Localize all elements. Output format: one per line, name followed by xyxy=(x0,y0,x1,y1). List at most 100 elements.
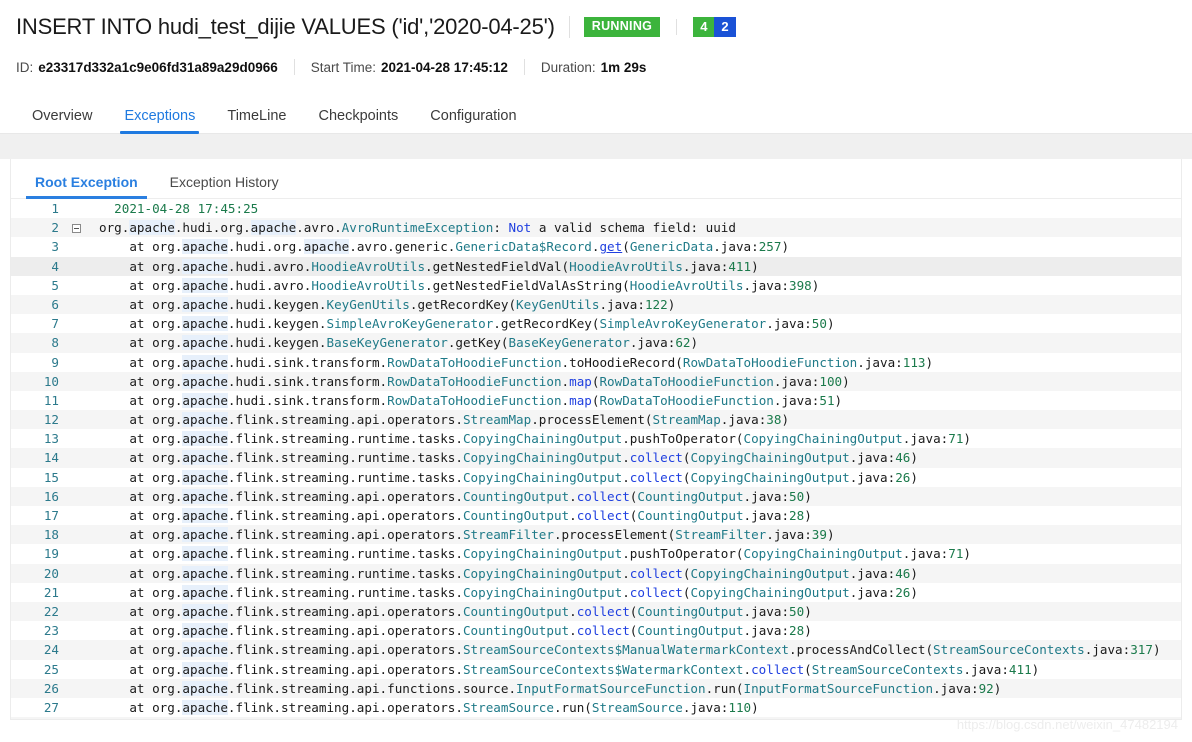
stacktrace-line-text: at org.apache.hudi.sink.transform.RowDat… xyxy=(99,354,934,370)
stacktrace-line: 24 at org.apache.flink.streaming.api.ope… xyxy=(11,640,1181,660)
meta-divider-2 xyxy=(523,59,525,75)
duration-value: 1m 29s xyxy=(600,59,647,75)
stacktrace-line: 19 at org.apache.flink.streaming.runtime… xyxy=(11,544,1181,563)
stacktrace-line: 4 at org.apache.hudi.avro.HoodieAvroUtil… xyxy=(11,256,1181,276)
line-number: 6 xyxy=(51,296,59,312)
stacktrace-line-text: at org.apache.hudi.keygen.KeyGenUtils.ge… xyxy=(99,296,676,312)
stacktrace-line-text: at org.apache.flink.streaming.api.operat… xyxy=(99,488,812,504)
stacktrace-line-text: at org.apache.hudi.avro.HoodieAvroUtils.… xyxy=(99,258,759,274)
tab-timeline[interactable]: TimeLine xyxy=(211,108,302,134)
job-id-label: ID: xyxy=(16,59,34,75)
job-title-row: INSERT INTO hudi_test_dijie VALUES ('id'… xyxy=(16,10,1176,44)
stacktrace-line-text: at org.apache.flink.streaming.api.functi… xyxy=(99,680,1002,696)
task-counts: 4 2 xyxy=(693,17,736,37)
stacktrace-line-text: org.apache.hudi.org.apache.avro.AvroRunt… xyxy=(99,220,736,236)
stacktrace-line-text: at org.apache.flink.streaming.runtime.ta… xyxy=(99,450,918,466)
line-number: 23 xyxy=(43,623,59,639)
stacktrace-line: 7 at org.apache.hudi.keygen.SimpleAvroKe… xyxy=(11,314,1181,333)
exception-card: Root Exception Exception History 1 2021-0… xyxy=(10,159,1182,720)
line-number: 15 xyxy=(43,469,59,485)
job-id-value: e23317d332a1c9e06fd31a89a29d0966 xyxy=(38,59,278,75)
stacktrace-line: 2 org.apache.hudi.org.apache.avro.AvroRun… xyxy=(11,218,1181,238)
stacktrace-line-text: at org.apache.flink.streaming.runtime.ta… xyxy=(99,431,972,447)
stacktrace-line: 21 at org.apache.flink.streaming.runtime… xyxy=(11,583,1181,602)
stacktrace-line-text: at org.apache.flink.streaming.api.operat… xyxy=(99,661,1040,677)
line-number: 24 xyxy=(43,642,59,658)
stacktrace-line-text: at org.apache.flink.streaming.api.operat… xyxy=(99,603,812,619)
stacktrace-line-text: at org.apache.flink.streaming.api.operat… xyxy=(99,642,1161,658)
stacktrace-line: 25 at org.apache.flink.streaming.api.ope… xyxy=(11,660,1181,679)
line-number: 5 xyxy=(51,277,59,293)
stacktrace-line-text: at org.apache.hudi.org.apache.avro.gener… xyxy=(99,239,790,255)
tab-checkpoints[interactable]: Checkpoints xyxy=(302,108,414,134)
count-running-badge: 4 xyxy=(693,17,715,37)
duration-label: Duration: xyxy=(540,59,596,75)
stacktrace-line: 16 at org.apache.flink.streaming.api.ope… xyxy=(11,486,1181,506)
stacktrace-line: 12 at org.apache.flink.streaming.api.ope… xyxy=(11,410,1181,430)
line-number: 27 xyxy=(43,699,59,715)
stacktrace-line: 18 at org.apache.flink.streaming.api.ope… xyxy=(11,525,1181,545)
stacktrace-line: 8 at org.apache.hudi.keygen.BaseKeyGener… xyxy=(11,333,1181,353)
title-divider-1 xyxy=(568,16,570,38)
stacktrace-line: 14 at org.apache.flink.streaming.runtime… xyxy=(11,448,1181,468)
start-time-value: 2021-04-28 17:45:12 xyxy=(381,59,508,75)
tab-exceptions[interactable]: Exceptions xyxy=(108,108,211,134)
subtab-exception-history[interactable]: Exception History xyxy=(154,175,295,198)
stacktrace-line: 22 at org.apache.flink.streaming.api.ope… xyxy=(11,601,1181,622)
line-number: 11 xyxy=(43,392,59,408)
job-header: INSERT INTO hudi_test_dijie VALUES ('id'… xyxy=(0,0,1192,82)
stacktrace-viewer[interactable]: 1 2021-04-28 17:45:25 2 org.apache.hudi.or… xyxy=(11,199,1181,719)
job-exceptions-page: INSERT INTO hudi_test_dijie VALUES ('id'… xyxy=(0,0,1192,742)
line-number: 26 xyxy=(43,680,59,696)
page-title: INSERT INTO hudi_test_dijie VALUES ('id'… xyxy=(16,14,555,39)
job-meta-row: ID: e23317d332a1c9e06fd31a89a29d0966 Sta… xyxy=(16,52,1176,82)
stacktrace-line-text: at org.apache.flink.streaming.runtime.ta… xyxy=(99,565,918,581)
stacktrace-line-text: at org.apache.hudi.keygen.BaseKeyGenerat… xyxy=(99,335,699,351)
line-number: 7 xyxy=(51,316,59,332)
stacktrace-line-text: at org.apache.flink.streaming.api.operat… xyxy=(99,699,759,715)
content-spacer xyxy=(0,134,1192,159)
line-number: 17 xyxy=(43,508,59,523)
line-number: 21 xyxy=(43,584,59,600)
line-number: 20 xyxy=(43,565,59,581)
stacktrace-line: 23 at org.apache.flink.streaming.api.ope… xyxy=(11,621,1181,640)
stacktrace-line: 20 at org.apache.flink.streaming.runtime… xyxy=(11,563,1181,583)
line-number: 8 xyxy=(51,335,59,351)
title-divider-2 xyxy=(676,19,678,35)
stacktrace-line: 9 at org.apache.hudi.sink.transform.RowD… xyxy=(11,353,1181,372)
subtab-root-exception[interactable]: Root Exception xyxy=(19,175,154,199)
stacktrace-line-text: 2021-04-28 17:45:25 xyxy=(114,201,259,216)
stacktrace-line: 13 at org.apache.flink.streaming.runtime… xyxy=(11,429,1181,448)
stacktrace-line-text: at org.apache.flink.streaming.runtime.ta… xyxy=(99,584,918,600)
main-tab-bar: Overview Exceptions TimeLine Checkpoints Con… xyxy=(0,96,1192,134)
stacktrace-line-text: at org.apache.hudi.avro.HoodieAvroUtils.… xyxy=(99,277,820,293)
stacktrace-line: 28 at org.apache.flink.streaming.api.ope… xyxy=(11,717,1181,719)
line-number: 25 xyxy=(43,661,59,677)
line-number: 10 xyxy=(43,373,59,389)
stacktrace-line: 3 at org.apache.hudi.org.apache.avro.gen… xyxy=(11,237,1181,256)
tab-overview[interactable]: Overview xyxy=(16,108,108,134)
stacktrace-line: 10 at org.apache.hudi.sink.transform.Row… xyxy=(11,371,1181,391)
meta-divider-1 xyxy=(293,59,295,75)
stacktrace-line: 5 at org.apache.hudi.avro.HoodieAvroUtil… xyxy=(11,276,1181,295)
line-number: 16 xyxy=(43,488,59,504)
line-number: 22 xyxy=(43,603,59,619)
stacktrace-line: 1 2021-04-28 17:45:25 xyxy=(11,199,1181,218)
line-number: 3 xyxy=(51,239,59,255)
stacktrace-line: 11 at org.apache.hudi.sink.transform.Row… xyxy=(11,391,1181,410)
stacktrace-line-text: at org.apache.hudi.keygen.SimpleAvroKeyG… xyxy=(99,316,835,332)
stacktrace-line-text: at org.apache.flink.streaming.api.operat… xyxy=(99,717,1181,719)
stacktrace-line-text: at org.apache.hudi.sink.transform.RowDat… xyxy=(99,392,843,408)
line-number: 12 xyxy=(43,412,59,428)
stacktrace-line: 15 at org.apache.flink.streaming.runtime… xyxy=(11,468,1181,487)
stacktrace-line-text: at org.apache.flink.streaming.api.operat… xyxy=(99,412,790,428)
line-number: 1 xyxy=(51,201,59,216)
line-number: 18 xyxy=(43,527,59,543)
status-badge: RUNNING xyxy=(583,17,661,37)
tab-configuration[interactable]: Configuration xyxy=(414,108,532,134)
fold-collapse-icon[interactable] xyxy=(67,218,85,237)
line-number: 4 xyxy=(51,258,59,274)
line-number: 14 xyxy=(43,450,59,466)
stacktrace-line: 17 at org.apache.flink.streaming.api.ope… xyxy=(11,506,1181,525)
stacktrace-line-text: at org.apache.flink.streaming.api.operat… xyxy=(99,508,812,523)
